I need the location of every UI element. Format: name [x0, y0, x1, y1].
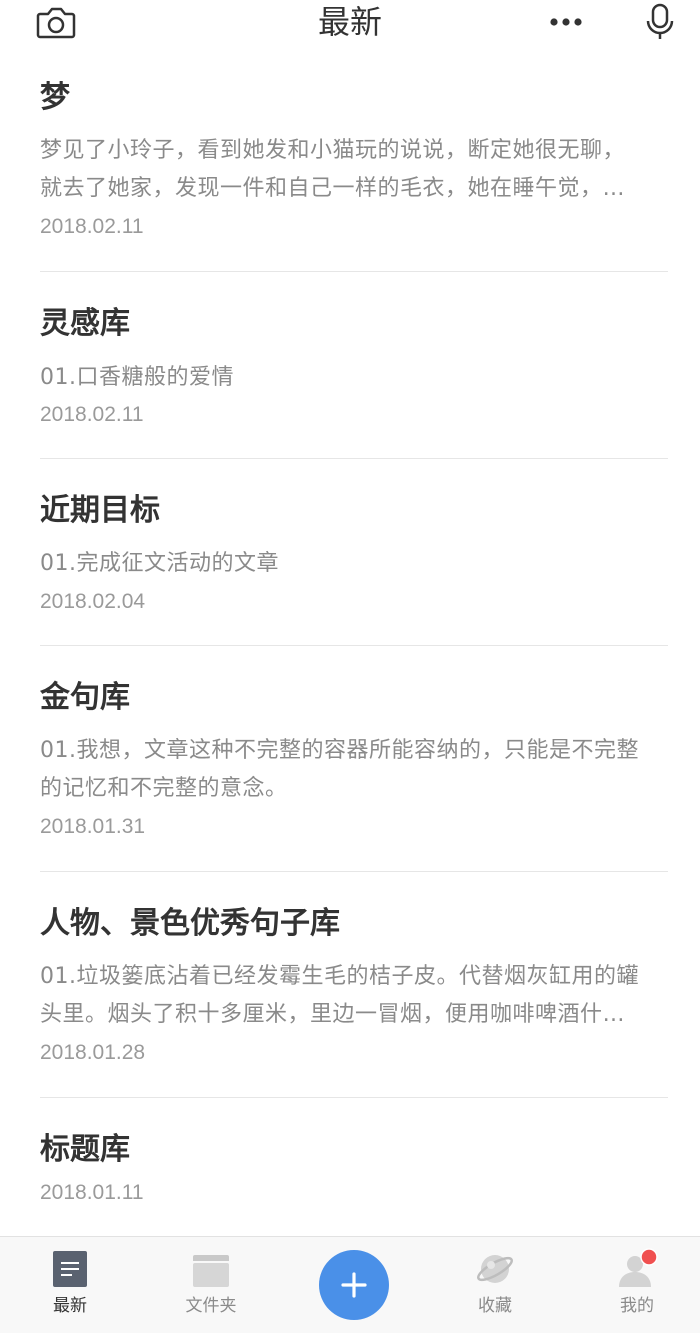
note-title: 梦 [40, 80, 70, 115]
more-icon [550, 18, 582, 26]
list-item[interactable]: 灵感库 01.口香糖般的爱情 2018.02.11 [40, 272, 668, 459]
list-item[interactable]: 标题库 2018.01.11 [40, 1098, 668, 1238]
note-excerpt: 01.垃圾篓底沾着已经发霉生毛的桔子皮。代替烟灰缸用的罐 头里。烟头了积十多厘米… [40, 958, 668, 1034]
note-excerpt: 01.完成征文活动的文章 [40, 551, 279, 576]
list-item[interactable]: 梦 梦见了小玲子，看到她发和小猫玩的说说，断定她很无聊， 就去了她家，发现一件和… [40, 46, 668, 272]
tab-me[interactable]: 我的 [592, 1237, 682, 1334]
note-date: 2018.01.11 [40, 1181, 144, 1204]
note-icon [53, 1251, 87, 1287]
note-list: 梦 梦见了小玲子，看到她发和小猫玩的说说，断定她很无聊， 就去了她家，发现一件和… [0, 46, 700, 1238]
microphone-icon [646, 3, 674, 39]
note-excerpt-line: 01.我想，文章这种不完整的容器所能容纳的，只能是不完整 [40, 738, 639, 763]
plus-icon [341, 1272, 367, 1298]
note-date: 2018.02.04 [40, 590, 146, 613]
top-bar: 最新 [0, 0, 700, 46]
note-title: 人物、景色优秀句子库 [40, 906, 340, 941]
list-item[interactable]: 金句库 01.我想，文章这种不完整的容器所能容纳的，只能是不完整 的记忆和不完整… [40, 646, 668, 872]
note-title: 近期目标 [40, 493, 160, 528]
add-note-button[interactable] [319, 1250, 389, 1320]
note-excerpt: 01.口香糖般的爱情 [40, 365, 234, 390]
tab-label: 收藏 [478, 1296, 512, 1316]
tab-label: 最新 [53, 1296, 87, 1316]
note-date: 2018.01.28 [40, 1041, 146, 1064]
note-date: 2018.02.11 [40, 403, 144, 426]
note-date: 2018.02.11 [40, 215, 144, 238]
tab-recent[interactable]: 最新 [25, 1237, 115, 1334]
note-excerpt-line: 头里。烟头了积十多厘米，里边一冒烟，便用咖啡啤酒什… [40, 1002, 626, 1027]
page-title: 最新 [317, 3, 382, 41]
list-item[interactable]: 近期目标 01.完成征文活动的文章 2018.02.04 [40, 459, 668, 646]
note-date: 2018.01.31 [40, 815, 146, 838]
note-excerpt-line: 01.垃圾篓底沾着已经发霉生毛的桔子皮。代替烟灰缸用的罐 [40, 964, 639, 989]
note-title: 标题库 [40, 1132, 130, 1167]
note-excerpt: 01.我想，文章这种不完整的容器所能容纳的，只能是不完整 的记忆和不完整的意念。 [40, 732, 668, 808]
planet-icon [477, 1255, 513, 1283]
tab-label: 文件夹 [185, 1296, 237, 1316]
note-excerpt-line: 的记忆和不完整的意念。 [40, 776, 288, 801]
folder-icon [193, 1255, 229, 1287]
note-excerpt-line: 梦见了小玲子，看到她发和小猫玩的说说，断定她很无聊， [40, 138, 626, 163]
tab-favorites[interactable]: 收藏 [450, 1237, 540, 1334]
voice-button[interactable] [636, 0, 684, 44]
note-excerpt-line: 就去了她家，发现一件和自己一样的毛衣，她在睡午觉，… [40, 176, 626, 201]
tab-label: 我的 [620, 1296, 654, 1316]
list-item[interactable]: 人物、景色优秀句子库 01.垃圾篓底沾着已经发霉生毛的桔子皮。代替烟灰缸用的罐 … [40, 872, 668, 1098]
note-title: 金句库 [40, 680, 130, 715]
notification-badge [640, 1248, 658, 1266]
note-title: 灵感库 [40, 306, 130, 341]
tab-folder[interactable]: 文件夹 [166, 1237, 256, 1334]
more-button[interactable] [542, 0, 590, 44]
note-excerpt: 梦见了小玲子，看到她发和小猫玩的说说，断定她很无聊， 就去了她家，发现一件和自己… [40, 132, 668, 208]
